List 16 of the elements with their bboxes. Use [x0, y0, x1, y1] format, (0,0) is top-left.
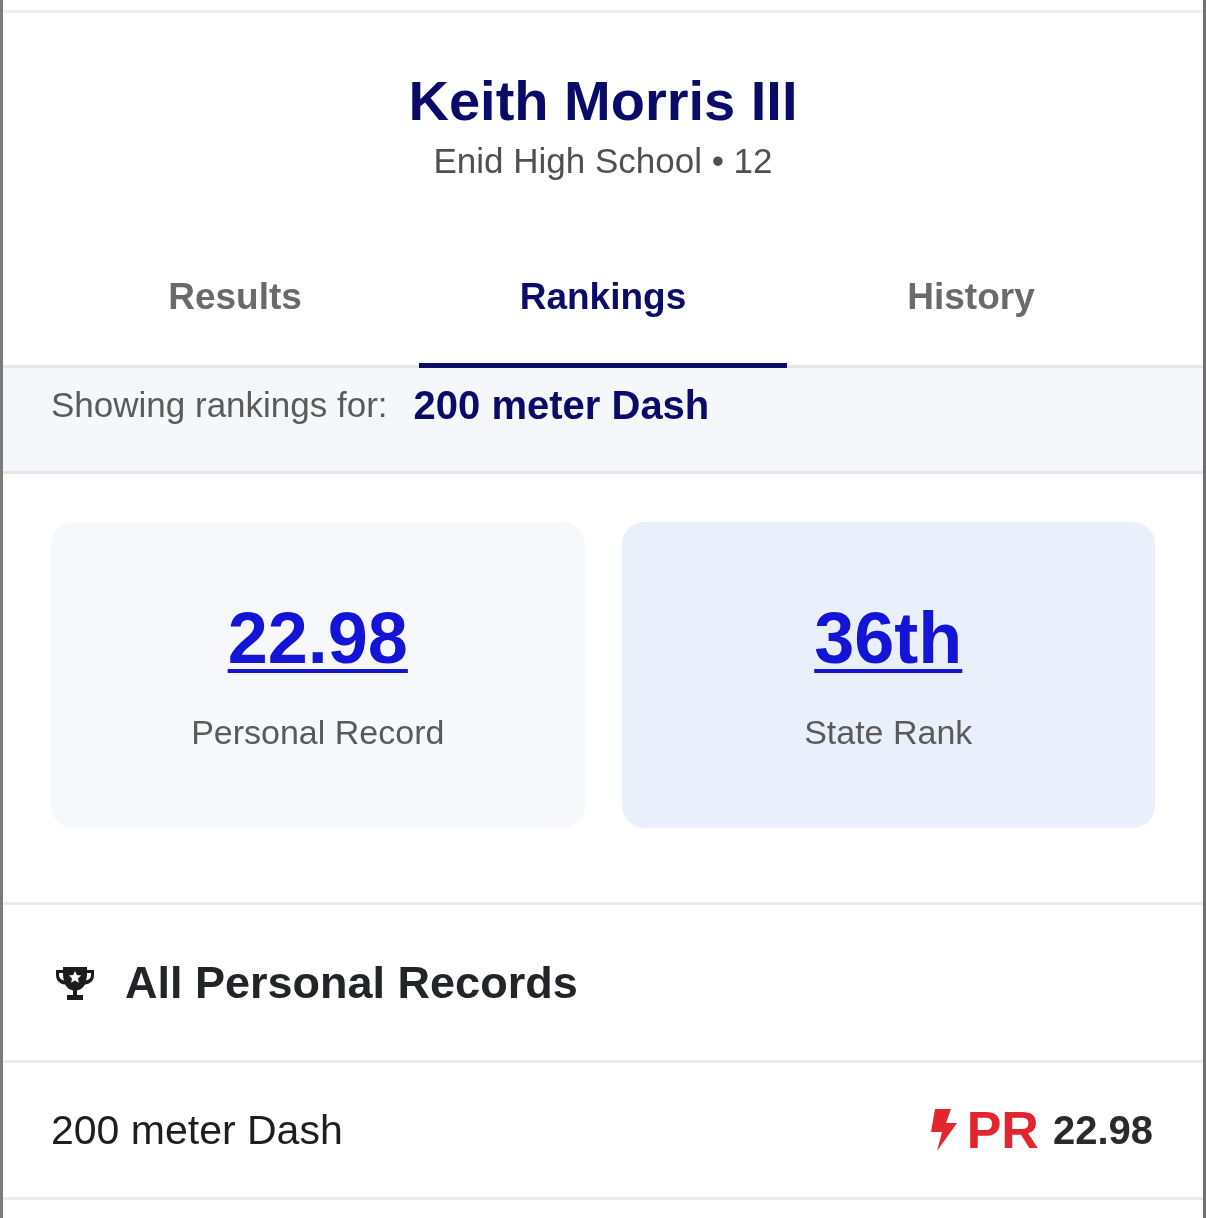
- filter-label: Showing rankings for:: [51, 384, 388, 426]
- tab[interactable]: History: [787, 249, 1155, 368]
- athlete-name: Keith Morris III: [408, 69, 798, 133]
- stat-value-link[interactable]: 36th: [814, 598, 963, 678]
- pr-label: PR: [966, 1102, 1039, 1158]
- event-name: 200 meter Dash: [413, 382, 710, 429]
- school-grade: Enid High School • 12: [433, 141, 773, 181]
- record-mark: 22.98: [1052, 1107, 1153, 1153]
- section-title: All Personal Records: [125, 956, 578, 1009]
- trophy-icon: [55, 964, 95, 1001]
- bolt-icon: [928, 1109, 957, 1151]
- tab[interactable]: Results: [51, 249, 419, 368]
- event-name: 200 meter Dash: [51, 1107, 343, 1153]
- stat-value-link[interactable]: 22.98: [227, 598, 408, 678]
- stat-label: State Rank: [804, 712, 973, 752]
- stat-label: Personal Record: [191, 712, 445, 752]
